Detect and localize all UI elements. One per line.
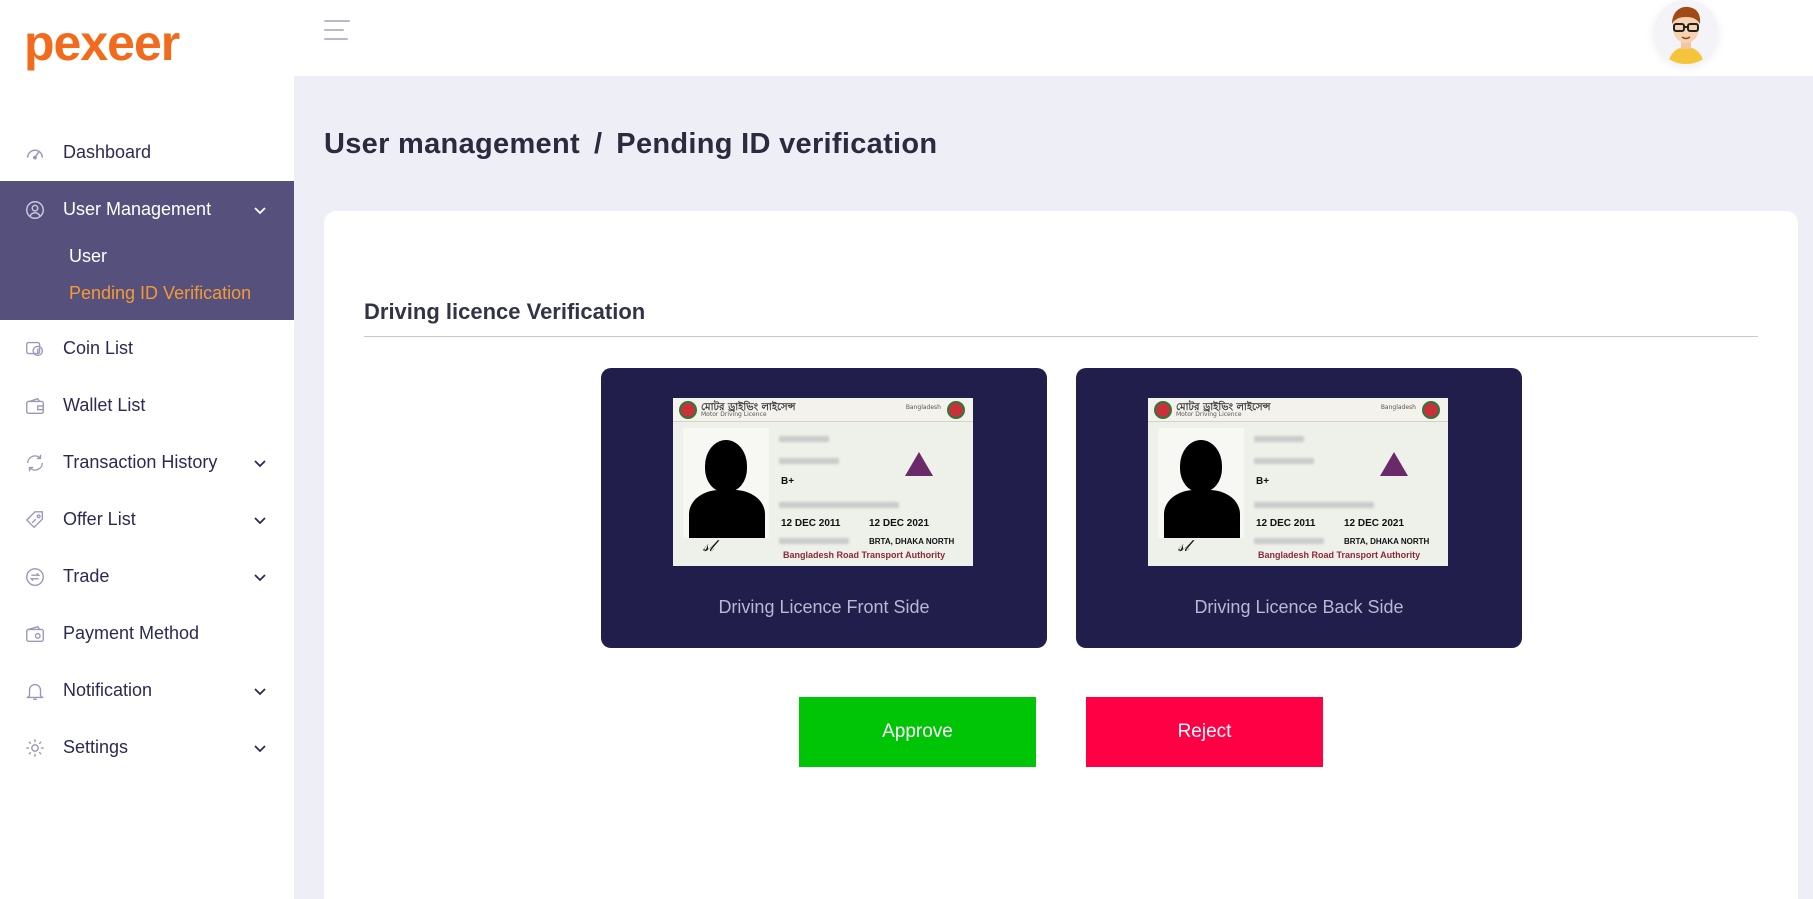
validity-date-value: 12 DEC 2021 [869,518,930,529]
chevron-down-icon [254,744,266,752]
breadcrumb-parent[interactable]: User management [324,128,580,160]
blurred-field [779,538,849,544]
seal-icon [679,401,697,419]
sidebar-item-dashboard[interactable]: Dashboard [0,124,294,181]
signature: 𝓈𝓁 [1178,536,1190,555]
sidebar-item-label: Wallet List [63,395,146,415]
sidebar-item-label: Notification [63,680,153,700]
id-header-en: Motor Driving Licence [701,411,767,418]
user-circle-icon [23,198,47,222]
blurred-field [1254,538,1324,544]
wallet-icon [23,394,47,418]
licence-front-caption: Driving Licence Front Side [718,597,930,617]
portrait-silhouette [1158,428,1244,538]
sidebar-item-label: Transaction History [63,452,218,472]
section-title: Driving licence Verification [364,299,646,324]
authority-value: BRTA, DHAKA NORTH [1344,537,1430,546]
sidebar-item-wallet-list[interactable]: Wallet List [0,377,294,434]
sidebar-group-user-management: User Management User Pending ID Verifica… [0,181,294,320]
sidebar-item-coin-list[interactable]: Coin List [0,320,294,377]
transaction-icon [23,451,47,475]
sidebar-item-user-management[interactable]: User Management [0,181,294,238]
sidebar-item-transaction-history[interactable]: Transaction History [0,434,294,491]
sidebar-item-offer-list[interactable]: Offer List [0,491,294,548]
issue-date-value: 12 DEC 2011 [781,518,841,529]
menu-toggle-icon[interactable] [324,20,350,42]
blurred-field [1254,502,1374,508]
sidebar-item-label: Settings [63,737,129,757]
id-footer: Bangladesh Road Transport Authority [1258,550,1421,560]
sidebar-item-settings[interactable]: Settings [0,719,294,776]
bell-icon [23,679,47,703]
topbar [294,0,1813,76]
sidebar-subitem-pending-id-verification[interactable]: Pending ID Verification [0,275,294,312]
licence-back-image[interactable]: মোটর ড্রাইভিং লাইসেন্স Motor Driving Lic… [1148,398,1448,566]
sidebar-item-label: User Management [63,199,212,219]
validity-date-value: 12 DEC 2021 [1344,518,1405,529]
seal-icon [947,401,965,419]
blurred-field [779,458,839,464]
reject-button[interactable]: Reject [1086,697,1323,767]
user-avatar[interactable] [1654,0,1718,64]
gear-icon [23,736,47,760]
blood-group-value: B+ [1256,476,1270,487]
id-header-right: Bangladesh [1380,404,1416,411]
sidebar-nav: Dashboard User Management User Pending I… [0,124,294,776]
logo-triangle-icon [1380,452,1408,476]
sidebar-item-label: Trade [63,566,110,586]
chevron-down-icon [254,459,266,467]
breadcrumb: User management / Pending ID verification [324,128,937,161]
id-footer: Bangladesh Road Transport Authority [783,550,946,560]
verification-card: Driving licence Verification মোটর ড্রাইভ… [324,211,1798,899]
id-header-en: Motor Driving Licence [1176,411,1242,418]
seal-icon [1422,401,1440,419]
blurred-field [779,436,829,442]
signature: 𝓈𝓁 [703,536,715,555]
licence-front-image[interactable]: মোটর ড্রাইভিং লাইসেন্স Motor Driving Lic… [673,398,973,566]
exchange-icon [23,565,47,589]
id-card-header: মোটর ড্রাইভিং লাইসেন্স Motor Driving Lic… [673,398,973,422]
avatar-illustration [1654,0,1718,64]
id-header-right: Bangladesh [905,404,941,411]
issue-date-value: 12 DEC 2011 [1256,518,1316,529]
portrait-silhouette [683,428,769,538]
blurred-field [1254,436,1304,442]
licence-back-caption: Driving Licence Back Side [1194,597,1404,617]
chevron-down-icon [254,206,266,214]
id-card-header: মোটর ড্রাইভিং লাইসেন্স Motor Driving Lic… [1148,398,1448,422]
licence-back-card[interactable]: মোটর ড্রাইভিং লাইসেন্স Motor Driving Lic… [1076,368,1522,648]
logo-triangle-icon [905,452,933,476]
licence-front-card[interactable]: মোটর ড্রাইভিং লাইসেন্স Motor Driving Lic… [601,368,1047,648]
sidebar-item-trade[interactable]: Trade [0,548,294,605]
speedometer-icon [23,141,47,165]
tag-icon [23,508,47,532]
sidebar-item-notification[interactable]: Notification [0,662,294,719]
sidebar: pexeer Dashboard User Management User Pe… [0,0,294,899]
blood-group-value: B+ [781,476,795,487]
breadcrumb-separator: / [593,128,603,160]
chevron-down-icon [254,687,266,695]
brand-logo[interactable]: pexeer [24,12,180,74]
payment-icon [23,622,47,646]
brand-logo-text: pexeer [24,15,180,71]
authority-value: BRTA, DHAKA NORTH [869,537,955,546]
sidebar-item-label: Offer List [63,509,136,529]
sidebar-subitem-user[interactable]: User [0,238,294,275]
sidebar-item-label: Payment Method [63,623,200,643]
sidebar-item-label: Coin List [63,338,134,358]
sidebar-item-payment-method[interactable]: Payment Method [0,605,294,662]
approve-button[interactable]: Approve [799,697,1036,767]
sidebar-item-label: Dashboard [63,142,152,162]
blurred-field [779,502,899,508]
coins-icon [23,337,47,361]
chevron-down-icon [254,516,266,524]
chevron-down-icon [254,573,266,581]
seal-icon [1154,401,1172,419]
blurred-field [1254,458,1314,464]
breadcrumb-current: Pending ID verification [616,128,938,160]
section-divider [364,336,1758,337]
